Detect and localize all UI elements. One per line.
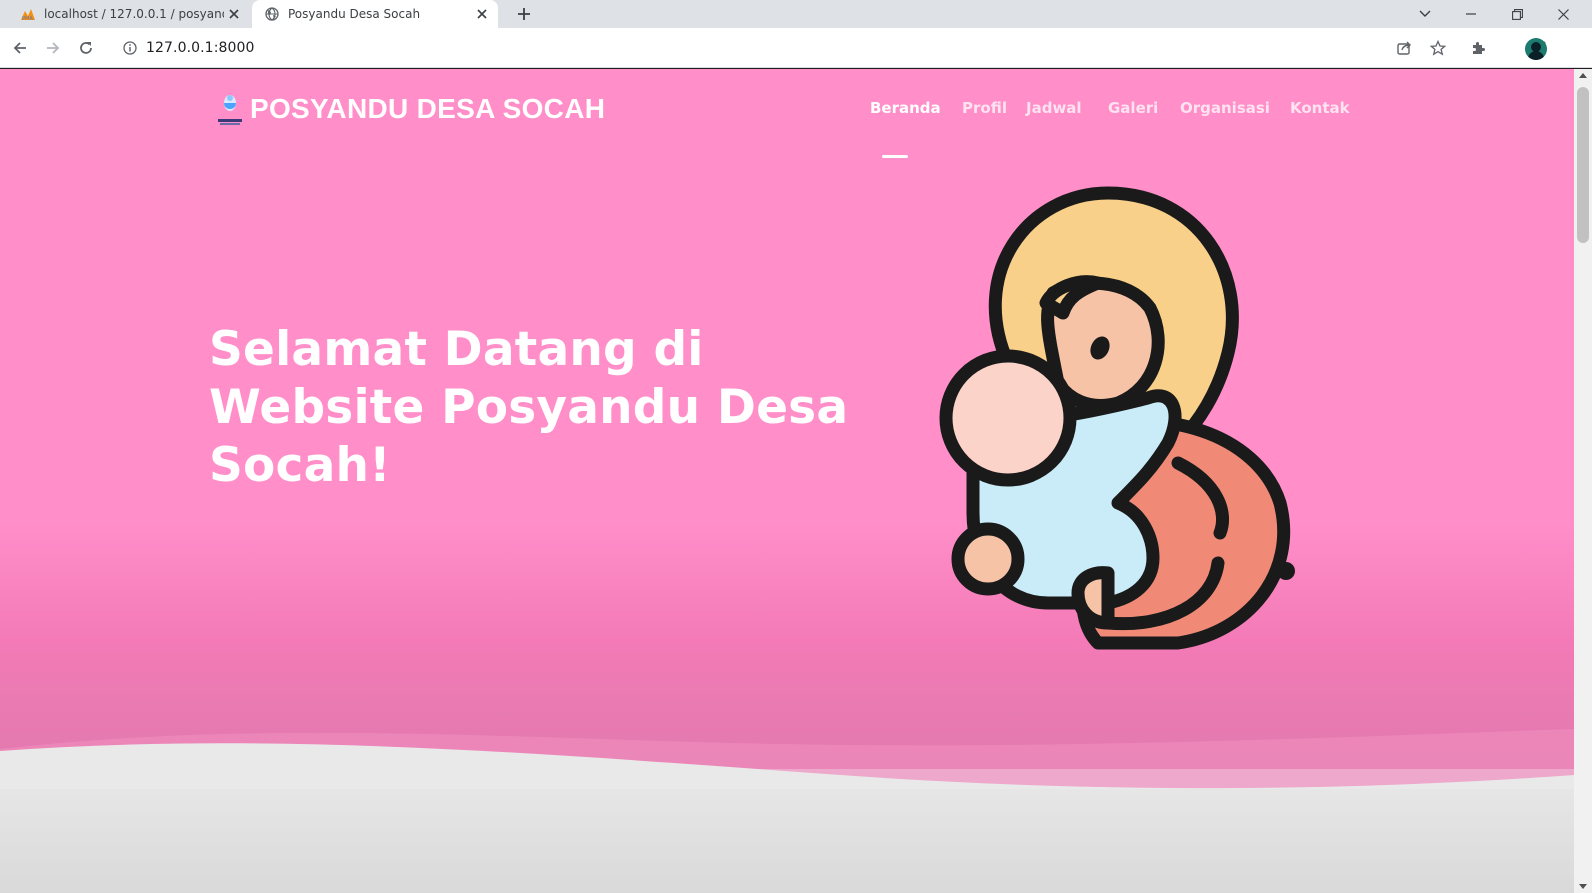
plus-icon: [518, 8, 530, 20]
close-window-button[interactable]: [1540, 0, 1586, 28]
posyandu-logo-icon: [216, 91, 244, 127]
restore-icon: [1511, 8, 1523, 20]
tab-search-button[interactable]: [1402, 0, 1448, 28]
address-bar[interactable]: 127.0.0.1:8000: [112, 32, 1472, 64]
share-icon: [1397, 41, 1411, 55]
mother-and-baby-illustration: [939, 186, 1295, 650]
url-text[interactable]: 127.0.0.1:8000: [146, 40, 255, 56]
back-button[interactable]: [6, 34, 34, 62]
reload-button[interactable]: [72, 34, 100, 62]
tab-phpmyadmin[interactable]: PMA localhost / 127.0.0.1 / posyandu: [8, 0, 250, 28]
extensions-button[interactable]: [1466, 36, 1490, 60]
nav-organisasi[interactable]: Organisasi: [1180, 99, 1270, 117]
star-icon: [1430, 40, 1446, 56]
puzzle-icon: [1473, 42, 1485, 54]
page-scrollbar[interactable]: [1574, 69, 1592, 893]
share-button[interactable]: [1392, 36, 1416, 60]
content-section: [0, 789, 1574, 893]
active-nav-underline: [882, 155, 908, 158]
hero-headline: Selamat Datang di Website Posyandu Desa …: [209, 321, 869, 495]
reload-icon: [80, 42, 92, 54]
new-tab-button[interactable]: [512, 2, 536, 26]
phpmyadmin-icon: PMA: [20, 6, 36, 22]
arrow-right-icon: [47, 42, 60, 54]
close-icon: [1557, 8, 1569, 20]
brand[interactable]: POSYANDU DESA SOCAH: [216, 91, 605, 127]
nav-galeri[interactable]: Galeri: [1108, 99, 1158, 117]
profile-avatar[interactable]: [1525, 38, 1547, 60]
bookmark-button[interactable]: [1426, 36, 1450, 60]
forward-button[interactable]: [39, 34, 67, 62]
svg-text:PMA: PMA: [22, 16, 33, 21]
nav-jadwal[interactable]: Jadwal: [1026, 99, 1082, 117]
minimize-icon: [1466, 13, 1476, 15]
close-icon[interactable]: [224, 4, 244, 24]
scroll-thumb[interactable]: [1577, 87, 1589, 243]
globe-icon: [264, 6, 280, 22]
headline-line: Website Posyandu Desa: [209, 380, 849, 435]
tab-title: localhost / 127.0.0.1 / posyandu: [44, 7, 224, 21]
minimize-button[interactable]: [1448, 0, 1494, 28]
close-icon[interactable]: [472, 4, 492, 24]
tab-title: Posyandu Desa Socah: [288, 7, 421, 21]
headline-line: Selamat Datang di: [209, 322, 704, 377]
chevron-down-icon: [1419, 10, 1431, 17]
page-viewport: POSYANDU DESA SOCAH Beranda Profil Jadwa…: [0, 69, 1574, 893]
scroll-up-arrow-icon[interactable]: [1579, 73, 1587, 78]
nav-profil[interactable]: Profil: [962, 99, 1007, 117]
browser-toolbar: 127.0.0.1:8000: [0, 28, 1592, 68]
scroll-down-arrow-icon[interactable]: [1579, 884, 1587, 889]
restore-button[interactable]: [1494, 0, 1540, 28]
arrow-left-icon: [13, 42, 26, 54]
brand-name: POSYANDU DESA SOCAH: [250, 93, 606, 124]
browser-tab-strip: PMA localhost / 127.0.0.1 / posyandu Pos…: [0, 0, 1592, 28]
tab-posyandu[interactable]: Posyandu Desa Socah: [252, 0, 498, 28]
info-icon[interactable]: [122, 40, 138, 56]
nav-beranda[interactable]: Beranda: [870, 99, 941, 117]
nav-kontak[interactable]: Kontak: [1290, 99, 1350, 117]
headline-line: Socah!: [209, 438, 391, 493]
